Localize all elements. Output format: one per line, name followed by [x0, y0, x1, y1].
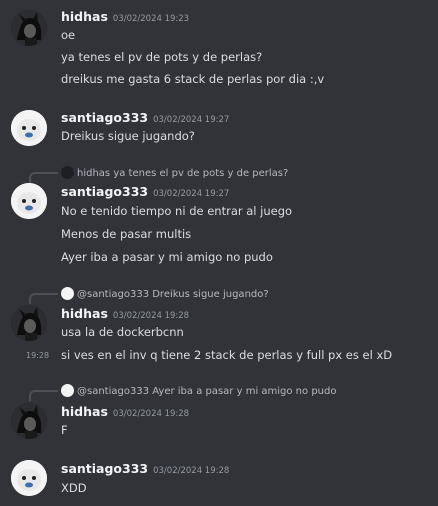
message-text: XDD [61, 481, 87, 495]
reply-avatar-icon [61, 287, 74, 300]
author-name[interactable]: santiago333 [61, 184, 148, 199]
message-timestamp: 03/02/2024 19:27 [153, 189, 230, 199]
message-text: No e tenido tiempo ni de entrar al juego [61, 204, 293, 218]
author-name[interactable]: hidhas [61, 306, 108, 321]
avatar-santiago333[interactable] [11, 110, 47, 146]
message-text: dreikus me gasta 6 stack de perlas por d… [61, 72, 325, 86]
white-creature-avatar-icon [11, 183, 47, 219]
message-timestamp: 03/02/2024 19:27 [153, 115, 230, 125]
author-name[interactable]: santiago333 [61, 461, 148, 476]
message-text: usa la de dockerbcnn [61, 325, 184, 339]
author-name[interactable]: hidhas [61, 9, 108, 24]
hover-timestamp: 19:28 [26, 351, 50, 360]
message-text: si ves en el inv q tiene 2 stack de perl… [61, 348, 393, 362]
message-author[interactable]: santiago333 03/02/2024 19:27 [61, 110, 229, 125]
avatar-hidhas[interactable] [11, 403, 47, 439]
avatar-santiago333[interactable] [11, 460, 47, 496]
message-timestamp: 03/02/2024 19:28 [153, 466, 230, 476]
message-author[interactable]: hidhas 03/02/2024 19:23 [61, 9, 189, 24]
white-creature-avatar-icon [11, 460, 47, 496]
message-timestamp: 03/02/2024 19:23 [112, 14, 190, 24]
dark-character-avatar-icon [11, 305, 47, 341]
reply-connector [29, 172, 58, 183]
avatar-hidhas[interactable] [11, 10, 47, 46]
message-group: hidhas 03/02/2024 19:23 oe ya tenes el pv… [0, 0, 438, 100]
reply-connector [29, 390, 58, 401]
white-creature-avatar-icon [11, 110, 47, 146]
author-name[interactable]: santiago333 [61, 110, 148, 125]
message-text: Ayer iba a pasar y mi amigo no pudo [61, 250, 273, 264]
message-author[interactable]: santiago333 03/02/2024 19:28 [61, 461, 229, 476]
dark-character-avatar-icon [11, 403, 47, 439]
message-text: Menos de pasar multis [61, 227, 192, 241]
message-text: oe [61, 28, 76, 42]
reply-text[interactable]: @santiago333 Dreikus sigue jugando? [77, 289, 269, 300]
reply-connector [29, 293, 58, 304]
avatar-santiago333[interactable] [11, 183, 47, 219]
message-author[interactable]: santiago333 03/02/2024 19:27 [61, 184, 229, 199]
message-author[interactable]: hidhas 03/02/2024 19:28 [61, 306, 189, 321]
message-text: Dreikus sigue jugando? [61, 129, 195, 143]
author-name[interactable]: hidhas [61, 404, 108, 419]
reply-text[interactable]: @santiago333 Ayer iba a pasar y mi amigo… [77, 386, 336, 397]
avatar-hidhas[interactable] [11, 305, 47, 341]
message-text: F [61, 423, 68, 437]
reply-reference[interactable]: hidhas ya tenes el pv de pots y de perla… [61, 166, 288, 179]
message-text: ya tenes el pv de pots y de perlas? [61, 50, 263, 64]
reply-reference[interactable]: @santiago333 Ayer iba a pasar y mi amigo… [61, 384, 336, 397]
reply-avatar-icon [61, 166, 74, 179]
reply-reference[interactable]: @santiago333 Dreikus sigue jugando? [61, 287, 269, 300]
message-timestamp: 03/02/2024 19:28 [112, 311, 190, 321]
dark-character-avatar-icon [11, 10, 47, 46]
message-author[interactable]: hidhas 03/02/2024 19:28 [61, 404, 189, 419]
reply-text[interactable]: hidhas ya tenes el pv de pots y de perla… [77, 168, 288, 179]
reply-avatar-icon [61, 384, 74, 397]
message-timestamp: 03/02/2024 19:28 [112, 409, 190, 419]
